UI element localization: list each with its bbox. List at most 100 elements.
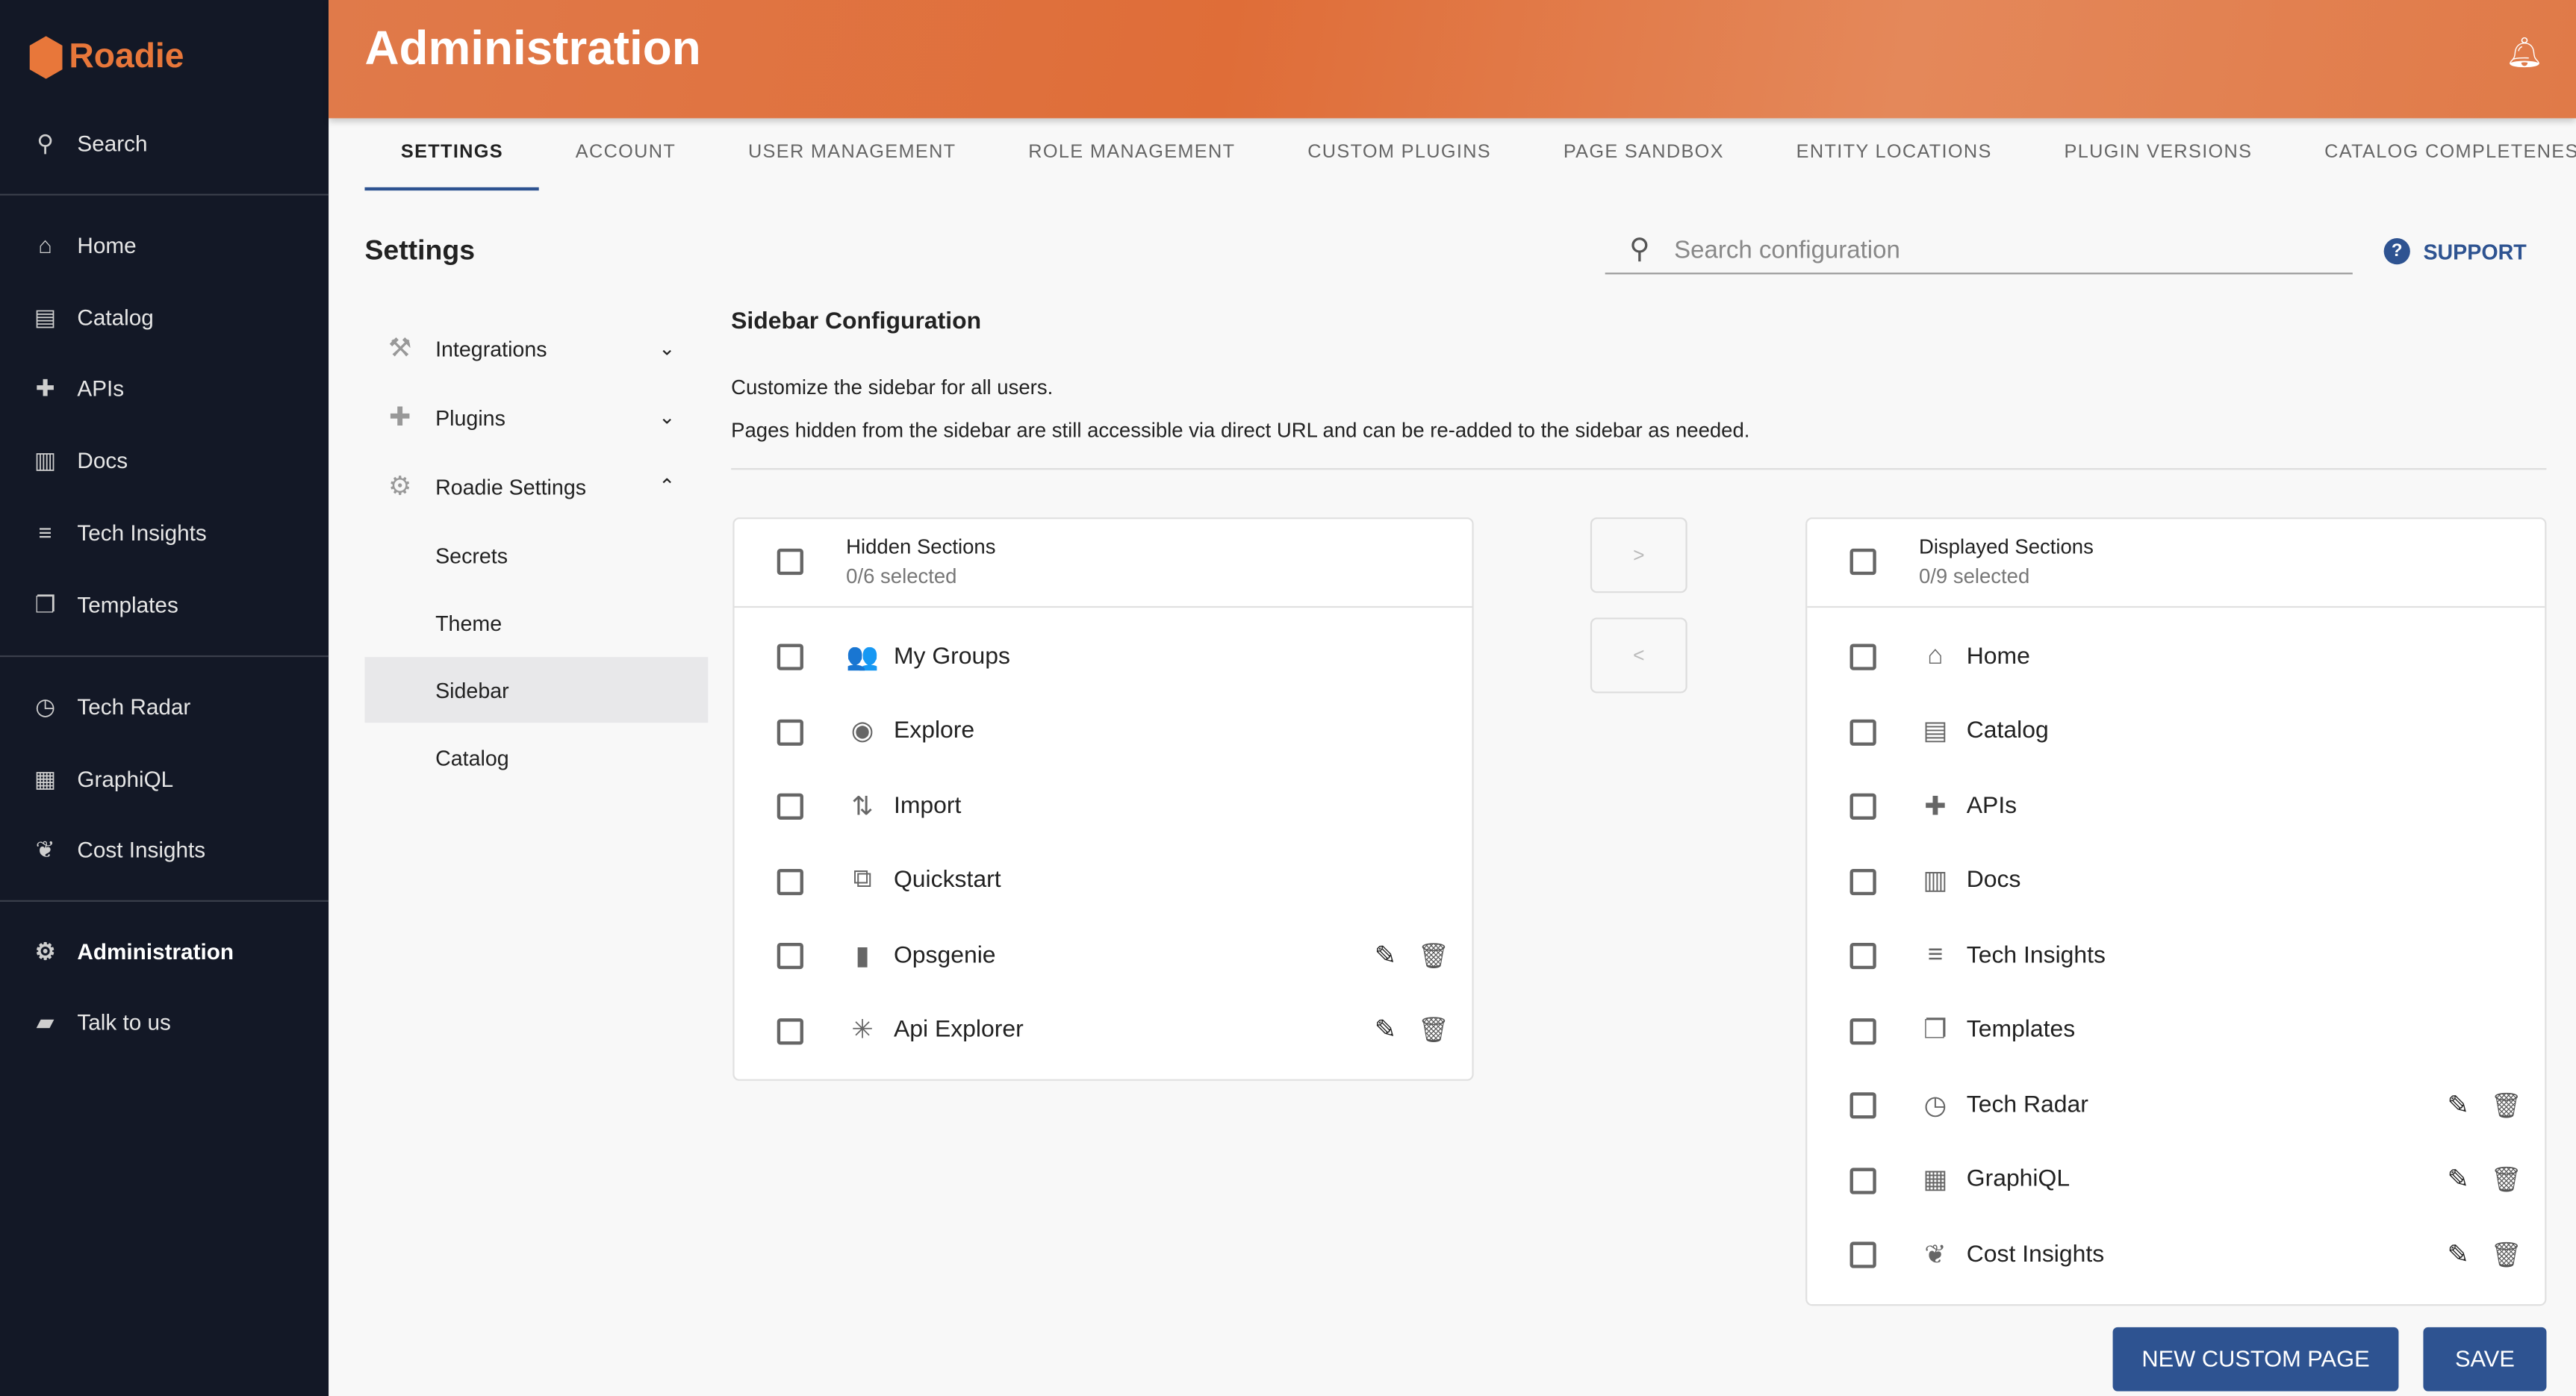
sidebar-item-label: Tech Radar: [77, 694, 191, 719]
catalog-icon: ▤: [1923, 718, 1948, 747]
item-checkbox[interactable]: [777, 718, 803, 745]
tab-plugin-versions[interactable]: PLUGIN VERSIONS: [2028, 122, 2289, 190]
list-item: ❦ Cost Insights ✎ 🗑︎: [1807, 1217, 2545, 1291]
menu-label: Roadie Settings: [435, 473, 587, 499]
save-button[interactable]: SAVE: [2423, 1327, 2547, 1392]
select-all-checkbox[interactable]: [1849, 548, 1876, 576]
trash-icon[interactable]: 🗑︎: [2491, 1090, 2522, 1120]
trash-icon[interactable]: 🗑︎: [1418, 1015, 1449, 1045]
edit-icon[interactable]: ✎: [1375, 939, 1396, 972]
sidebar-item-tech-radar[interactable]: ◷ Tech Radar: [0, 673, 329, 739]
sidebar-item-label: Home: [77, 232, 137, 258]
tab-account[interactable]: ACCOUNT: [539, 122, 712, 190]
panel-title: Displayed Sections: [1918, 535, 2094, 559]
list-item: ◷ Tech Radar ✎ 🗑︎: [1807, 1068, 2545, 1142]
settings-submenu-catalog[interactable]: Catalog: [364, 724, 708, 790]
opsgenie-icon: ▮: [855, 942, 870, 970]
panel-header: Hidden Sections 0/6 selected: [734, 519, 1472, 608]
graphiql-icon: ▦: [1923, 1166, 1948, 1195]
page-header: Administration 🔔︎: [329, 0, 2576, 119]
item-checkbox[interactable]: [1849, 1167, 1876, 1194]
insights-icon: ≡: [38, 519, 52, 546]
move-left-button[interactable]: <: [1590, 617, 1687, 694]
tab-user-management[interactable]: USER MANAGEMENT: [712, 122, 992, 190]
item-checkbox[interactable]: [777, 793, 803, 820]
item-checkbox[interactable]: [777, 644, 803, 670]
tab-custom-plugins[interactable]: CUSTOM PLUGINS: [1272, 122, 1528, 190]
settings-menu-roadie-settings[interactable]: ⚙ Roadie Settings ⌃: [364, 453, 708, 519]
edit-icon[interactable]: ✎: [2448, 1238, 2469, 1271]
item-checkbox[interactable]: [1849, 1241, 1876, 1268]
settings-menu-plugins[interactable]: ✚ Plugins ⌄: [364, 384, 708, 450]
item-label: GraphiQL: [1966, 1166, 2071, 1193]
tab-catalog-completeness[interactable]: CATALOG COMPLETENESS: [2289, 122, 2576, 190]
tab-role-management[interactable]: ROLE MANAGEMENT: [992, 122, 1272, 190]
sidebar-item-label: GraphiQL: [77, 766, 174, 791]
displayed-sections-panel: Displayed Sections 0/9 selected ⌂ Home ▤ Cata…: [1805, 517, 2547, 1306]
sidebar-item-catalog[interactable]: ▤ Catalog: [0, 284, 329, 350]
item-label: Explore: [893, 718, 975, 745]
item-checkbox[interactable]: [1849, 793, 1876, 820]
sidebar-item-docs[interactable]: ▥ Docs: [0, 427, 329, 493]
item-checkbox[interactable]: [1849, 718, 1876, 745]
list-item: ▦ GraphiQL ✎ 🗑︎: [1807, 1142, 2545, 1217]
chevron-down-icon: ⌄: [659, 405, 676, 429]
help-icon: ?: [2383, 238, 2410, 265]
settings-submenu-theme[interactable]: Theme: [364, 590, 708, 655]
tab-settings[interactable]: SETTINGS: [364, 122, 540, 191]
item-checkbox[interactable]: [777, 942, 803, 970]
trash-icon[interactable]: 🗑︎: [2491, 1240, 2522, 1269]
sidebar-item-tech-insights[interactable]: ≡ Tech Insights: [0, 499, 329, 565]
radar-icon: ◷: [1923, 1091, 1947, 1121]
list-item: ⌂ Home: [1807, 620, 2545, 694]
trash-icon[interactable]: 🗑︎: [1418, 941, 1449, 970]
item-checkbox[interactable]: [1849, 1092, 1876, 1119]
sidebar-item-label: Catalog: [77, 305, 154, 330]
settings-submenu-secrets[interactable]: Secrets: [364, 523, 708, 588]
panel-list: ⌂ Home ▤ Catalog ✚ APIs ▥ Docs ≡ Tech Insights ❐ Te…: [1807, 608, 2545, 1303]
list-item: ✳ Api Explorer ✎ 🗑︎: [735, 993, 1472, 1068]
selected-count: 0/9 selected: [1918, 564, 2030, 588]
file-icon: ❐: [34, 591, 56, 617]
edit-icon[interactable]: ✎: [2448, 1163, 2469, 1196]
file-icon: ❐: [1923, 1017, 1947, 1045]
sidebar-item-cost-insights[interactable]: ❦ Cost Insights: [0, 817, 329, 882]
support-link[interactable]: ? SUPPORT: [2383, 238, 2527, 265]
submenu-label: Sidebar: [435, 677, 509, 702]
sidebar-item-talk-to-us[interactable]: ▰ Talk to us: [0, 989, 329, 1055]
item-checkbox[interactable]: [1849, 644, 1876, 670]
list-item: ◉ Explore: [735, 694, 1472, 769]
item-checkbox[interactable]: [1849, 1018, 1876, 1044]
tab-page-sandbox[interactable]: PAGE SANDBOX: [1527, 122, 1760, 190]
settings-menu-integrations[interactable]: ⚒ Integrations ⌄: [364, 315, 708, 381]
edit-icon[interactable]: ✎: [2448, 1088, 2469, 1121]
sidebar-item-apis[interactable]: ✚ APIs: [0, 355, 329, 420]
brand-name: Roadie: [69, 37, 184, 76]
select-all-checkbox[interactable]: [777, 548, 803, 576]
sidebar-item-graphiql[interactable]: ▦ GraphiQL: [0, 746, 329, 811]
puzzle-icon: ✚: [1924, 793, 1947, 821]
bell-icon[interactable]: 🔔︎: [2506, 36, 2543, 70]
sidebar-item-home[interactable]: ⌂ Home: [0, 212, 329, 278]
sidebar-item-templates[interactable]: ❐ Templates: [0, 572, 329, 638]
panel-title: Hidden Sections: [846, 535, 996, 559]
item-checkbox[interactable]: [777, 1018, 803, 1044]
item-checkbox[interactable]: [1849, 942, 1876, 970]
trash-icon[interactable]: 🗑︎: [2491, 1165, 2522, 1194]
tab-entity-locations[interactable]: ENTITY LOCATIONS: [1760, 122, 2028, 190]
search-input[interactable]: [1674, 235, 2353, 264]
edit-icon[interactable]: ✎: [1375, 1014, 1396, 1047]
sidebar-item-administration[interactable]: ⚙ Administration: [0, 918, 329, 984]
roadie-logo[interactable]: Roadie: [29, 36, 184, 79]
catalog-icon: ▤: [34, 302, 57, 330]
item-checkbox[interactable]: [1849, 867, 1876, 895]
sidebar-search[interactable]: ⚲ Search: [0, 110, 329, 175]
menu-label: Integrations: [435, 335, 547, 361]
settings-submenu-sidebar[interactable]: Sidebar: [364, 657, 709, 723]
selected-count: 0/6 selected: [846, 564, 957, 588]
chat-icon: ▰: [36, 1007, 55, 1035]
item-checkbox[interactable]: [777, 867, 803, 895]
move-right-button[interactable]: >: [1590, 517, 1687, 593]
book-icon: ▥: [1923, 867, 1948, 896]
new-custom-page-button[interactable]: NEW CUSTOM PAGE: [2112, 1327, 2399, 1392]
